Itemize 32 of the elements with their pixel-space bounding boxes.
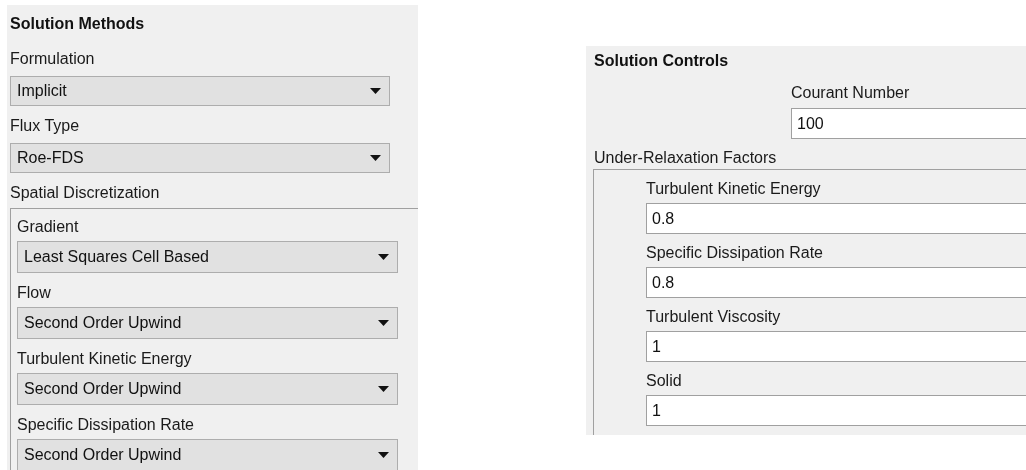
field-label: Turbulent Kinetic Energy [17, 350, 192, 367]
caret-icon [378, 386, 389, 392]
input-field[interactable]: 1 [646, 395, 1026, 426]
input-field[interactable]: 1 [646, 331, 1026, 362]
caret-icon [378, 320, 389, 326]
field-label: Spatial Discretization [10, 184, 160, 201]
input-field[interactable]: 100 [791, 108, 1026, 139]
field-label: Flow [17, 284, 51, 301]
input-field[interactable]: 0.8 [646, 267, 1026, 298]
panel-title: Solution Controls [594, 52, 729, 69]
input-field[interactable]: 0.8 [646, 203, 1026, 234]
field-label: Under-Relaxation Factors [594, 149, 777, 166]
field-label: Gradient [17, 218, 79, 235]
caret-icon [378, 254, 389, 260]
caret-icon [378, 452, 389, 458]
dropdown[interactable]: Second Order Upwind [17, 439, 398, 470]
field-label: Turbulent Viscosity [646, 308, 781, 325]
dropdown[interactable]: Implicit [10, 76, 390, 106]
field-label: Flux Type [10, 117, 80, 134]
dropdown[interactable]: Second Order Upwind [17, 307, 398, 339]
dropdown[interactable]: Roe-FDS [10, 143, 390, 173]
caret-icon [370, 155, 381, 161]
dropdown[interactable]: Least Squares Cell Based [17, 241, 398, 273]
dropdown[interactable]: Second Order Upwind [17, 373, 398, 405]
caret-icon [370, 88, 381, 94]
field-label: Courant Number [791, 84, 910, 101]
field-label: Solid [646, 372, 682, 389]
field-label: Formulation [10, 50, 95, 67]
field-label: Specific Dissipation Rate [17, 416, 194, 433]
field-label: Specific Dissipation Rate [646, 244, 823, 261]
field-label: Turbulent Kinetic Energy [646, 180, 821, 197]
panel-title: Solution Methods [10, 15, 145, 32]
